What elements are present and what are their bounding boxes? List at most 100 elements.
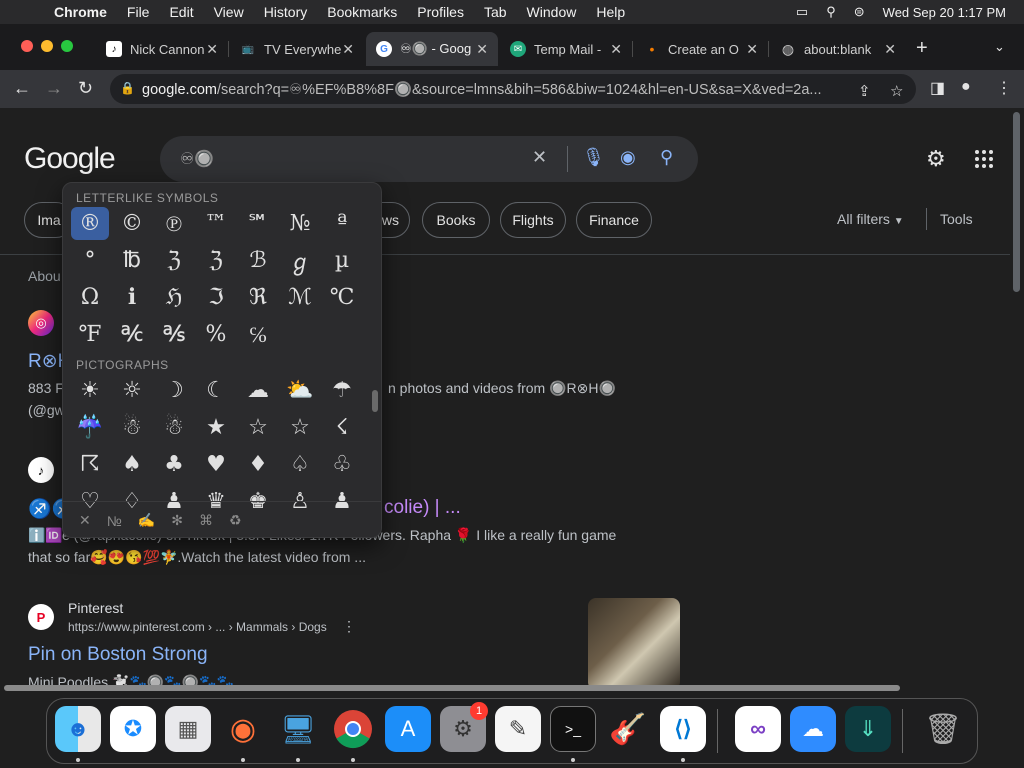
- category-technical-icon[interactable]: ⌘: [199, 512, 213, 529]
- reload-icon[interactable]: ↻: [78, 78, 93, 99]
- char-sound-recording[interactable]: ℗: [153, 205, 195, 242]
- close-tab-icon[interactable]: ✕: [476, 41, 488, 58]
- voice-search-icon[interactable]: 🎙: [582, 147, 605, 168]
- scrollbar-thumb[interactable]: [4, 685, 900, 691]
- char-umbrella[interactable]: ☂: [321, 372, 363, 409]
- back-icon[interactable]: ←: [13, 78, 31, 99]
- firefox-icon[interactable]: ◉: [220, 706, 266, 752]
- char-fraktur-z[interactable]: ℨ: [153, 242, 195, 279]
- char-info[interactable]: ℹ: [111, 279, 153, 316]
- char-service-mark[interactable]: ℠: [237, 205, 279, 242]
- menu-window[interactable]: Window: [527, 4, 577, 20]
- char-umbrella-rain[interactable]: ☔: [69, 409, 111, 446]
- char-script-b[interactable]: ℬ: [237, 242, 279, 279]
- remote-desktop-icon[interactable]: 🖥: [275, 706, 321, 752]
- clock[interactable]: Wed Sep 20 1:17 PM: [883, 5, 1006, 20]
- page-horizontal-scrollbar[interactable]: [0, 682, 1010, 694]
- char-small-star[interactable]: ☆: [279, 409, 321, 446]
- char-fraktur-r[interactable]: ℜ: [237, 279, 279, 316]
- char-ordinal[interactable]: ª: [321, 205, 363, 242]
- char-club[interactable]: ♣: [153, 446, 195, 483]
- category-letterlike-icon[interactable]: №: [107, 513, 122, 529]
- char-thunderstorm[interactable]: ☈: [69, 446, 111, 483]
- forward-icon[interactable]: →: [45, 78, 63, 99]
- settings-gear-icon[interactable]: ⚙: [926, 146, 946, 172]
- char-white-star[interactable]: ☆: [237, 409, 279, 446]
- menu-view[interactable]: View: [214, 4, 244, 20]
- chip-flights[interactable]: Flights: [500, 202, 566, 238]
- char-fahrenheit[interactable]: ℉: [69, 316, 111, 353]
- minimize-window-button[interactable]: [41, 40, 53, 52]
- pinterest-icon[interactable]: P: [28, 604, 54, 630]
- char-numero[interactable]: №: [279, 205, 321, 242]
- spotlight-icon[interactable]: ⚲: [826, 4, 836, 20]
- category-pictograph-icon[interactable]: ✍: [138, 512, 155, 529]
- menu-help[interactable]: Help: [596, 4, 625, 20]
- search-box[interactable]: ♾🔘 ✕ 🎙 ◉ ⚲: [160, 136, 698, 182]
- char-white-club[interactable]: ♧: [321, 446, 363, 483]
- char-lb-bar[interactable]: ℔: [111, 242, 153, 279]
- address-url[interactable]: google.com/search?q=♾%EF%B8%8F🔘&source=l…: [142, 81, 842, 98]
- category-close-icon[interactable]: ✕: [79, 512, 91, 529]
- result-url[interactable]: https://www.pinterest.com › ... › Mammal…: [68, 620, 327, 634]
- tab-2-active[interactable]: G ♾🔘 - Goog ✕: [366, 32, 498, 66]
- tab-1[interactable]: 📺 TV Everywhe ✕: [230, 32, 364, 66]
- char-micro[interactable]: µ: [321, 242, 363, 279]
- tab-0[interactable]: ♪ Nick Cannon ✕: [96, 32, 229, 66]
- close-tab-icon[interactable]: ✕: [746, 41, 758, 58]
- all-filters-button[interactable]: All filters ▼: [837, 211, 904, 227]
- app-store-icon[interactable]: A: [385, 706, 431, 752]
- char-celsius[interactable]: ℃: [321, 279, 363, 316]
- safari-icon[interactable]: ✪: [110, 706, 156, 752]
- search-icon[interactable]: ⚲: [660, 147, 673, 168]
- menu-history[interactable]: History: [264, 4, 308, 20]
- search-input[interactable]: ♾🔘: [180, 149, 214, 169]
- char-fraktur-z2[interactable]: ℨ: [195, 242, 237, 279]
- scrollbar-thumb[interactable]: [1013, 112, 1020, 292]
- page-vertical-scrollbar[interactable]: [1010, 108, 1024, 692]
- tab-4[interactable]: • Create an O ✕: [634, 32, 769, 66]
- char-snowman-2[interactable]: ☃: [153, 409, 195, 446]
- char-sun[interactable]: ☀: [69, 372, 111, 409]
- char-snowman[interactable]: ☃: [111, 409, 153, 446]
- screen-mirroring-icon[interactable]: ▭: [796, 4, 808, 20]
- char-percent[interactable]: %: [195, 316, 237, 353]
- picker-scrollbar[interactable]: [372, 390, 378, 412]
- close-tab-icon[interactable]: ✕: [206, 41, 218, 58]
- char-black-star[interactable]: ★: [195, 409, 237, 446]
- lens-search-icon[interactable]: ◉: [620, 147, 636, 168]
- zoom-window-button[interactable]: [61, 40, 73, 52]
- char-last-quarter-moon[interactable]: ☾: [195, 372, 237, 409]
- tab-search-icon[interactable]: ⌄: [994, 39, 1005, 55]
- finder-icon[interactable]: ☻: [55, 706, 101, 752]
- char-trademark[interactable]: ™: [195, 205, 237, 242]
- menu-edit[interactable]: Edit: [169, 4, 193, 20]
- address-bar[interactable]: 🔒 google.com/search?q=♾%EF%B8%8F🔘&source…: [110, 74, 916, 104]
- result-site-name[interactable]: Pinterest: [68, 600, 123, 616]
- char-fraktur-i[interactable]: ℑ: [195, 279, 237, 316]
- close-tab-icon[interactable]: ✕: [342, 41, 354, 58]
- result-thumbnail[interactable]: [588, 598, 680, 690]
- menu-profiles[interactable]: Profiles: [417, 4, 464, 20]
- char-addressed-to[interactable]: ℁: [153, 316, 195, 353]
- clear-search-icon[interactable]: ✕: [532, 147, 547, 168]
- google-logo[interactable]: Google: [24, 142, 116, 176]
- textedit-icon[interactable]: ✎: [495, 706, 541, 752]
- char-registered[interactable]: ®: [71, 207, 109, 240]
- more-menu-icon[interactable]: ⋮: [996, 78, 1012, 98]
- new-tab-icon[interactable]: +: [916, 37, 928, 60]
- char-care-of[interactable]: ℅: [237, 316, 279, 353]
- close-window-button[interactable]: [21, 40, 33, 52]
- category-bullets-icon[interactable]: ✻: [171, 512, 183, 529]
- char-white-sun[interactable]: ☼: [111, 372, 153, 409]
- chrome-icon[interactable]: [330, 706, 376, 752]
- trash-icon[interactable]: 🗑: [920, 706, 966, 752]
- menu-app-name[interactable]: Chrome: [54, 4, 107, 20]
- profile-icon[interactable]: ●: [961, 78, 971, 96]
- tools-button[interactable]: Tools: [940, 211, 973, 227]
- char-first-quarter-moon[interactable]: ☽: [153, 372, 195, 409]
- char-account-of[interactable]: ℀: [111, 316, 153, 353]
- tiktok-icon[interactable]: ♪: [28, 457, 54, 483]
- garageband-icon[interactable]: 🎸: [605, 706, 651, 752]
- bookmark-star-icon[interactable]: ☆: [890, 82, 903, 100]
